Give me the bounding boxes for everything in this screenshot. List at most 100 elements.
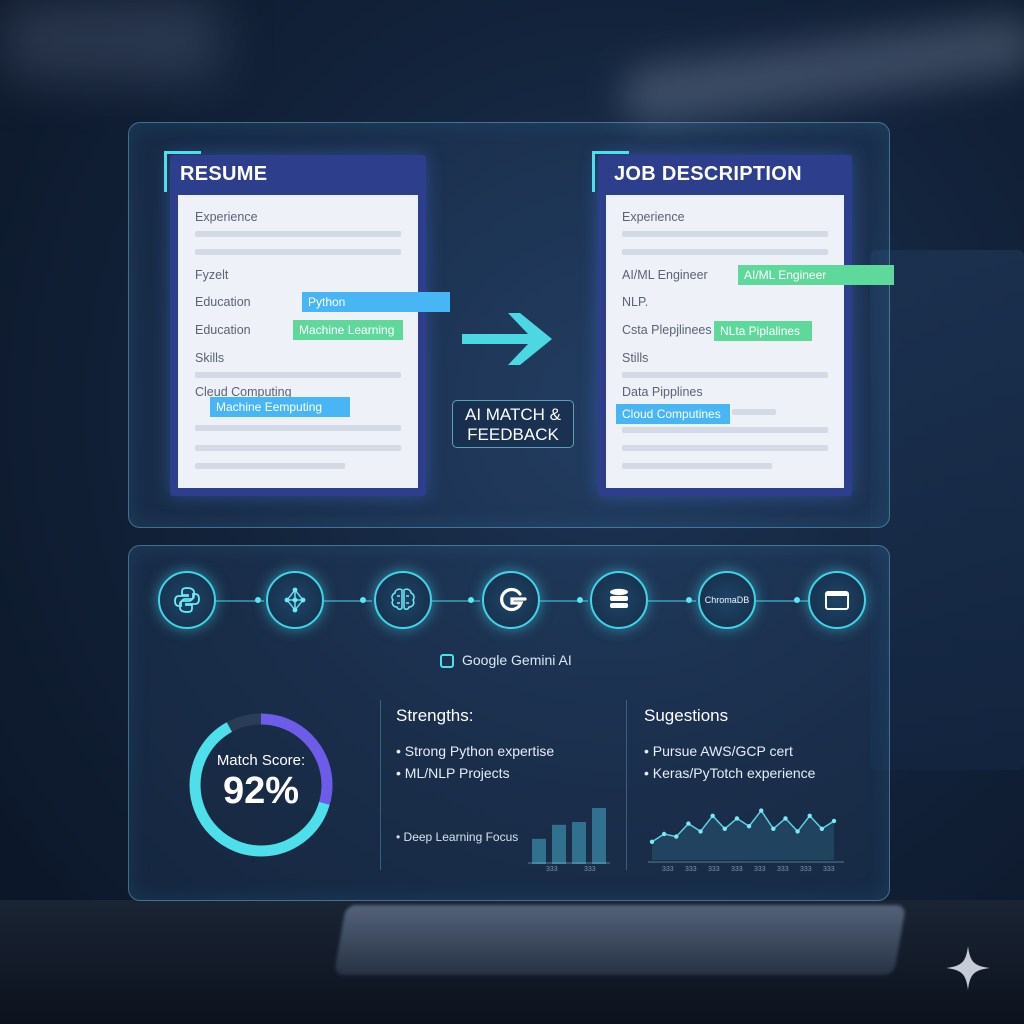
background-window-glow [0, 0, 220, 80]
brain-icon [391, 588, 415, 610]
gemini-label: Google Gemini AI [440, 652, 572, 668]
job-description-card[interactable]: JOB DESCRIPTION Experience AI/ML Enginee… [592, 151, 894, 496]
resume-label: Education [195, 323, 251, 337]
text-line [732, 409, 776, 415]
python-icon [174, 587, 200, 613]
resume-card[interactable]: RESUME Experience Fyzelt Education Pytho… [164, 151, 450, 496]
skill-tag-data-pipelines[interactable]: NLta Piplalines [714, 321, 812, 341]
line-point [722, 826, 727, 831]
text-line [622, 231, 828, 237]
line-tick: 333 [754, 866, 766, 873]
network-node[interactable] [266, 571, 324, 629]
sparkle-icon [946, 946, 990, 990]
line-point [746, 824, 752, 829]
text-line [195, 249, 401, 255]
ai-match-feedback-button[interactable]: AI MATCH & FEEDBACK [452, 400, 574, 448]
text-line [622, 372, 828, 378]
suggestions-line-chart [648, 808, 844, 863]
background-light-streak [617, 11, 1024, 129]
text-line [622, 249, 828, 255]
skill-tag-ai-ml-engineer[interactable]: AI/ML Engineer [738, 265, 894, 285]
background-keyboard [333, 905, 907, 975]
line-point [831, 818, 837, 824]
skill-tag-cloud-computines[interactable]: Cloud Computines [616, 404, 730, 424]
divider [380, 700, 381, 870]
line-tick: 333 [800, 866, 812, 873]
line-tick: 333 [662, 866, 674, 873]
strength-item: • Strong Python expertise [396, 743, 555, 759]
gemini-g-icon [500, 587, 527, 612]
strength-bar [572, 822, 586, 864]
network-icon [284, 587, 306, 613]
resume-title: RESUME [180, 163, 268, 185]
text-line [622, 463, 772, 469]
line-tick: 333 [823, 866, 835, 873]
bar-tick: 333 [546, 866, 558, 873]
resume-body: Experience Fyzelt Education Python Educa… [178, 195, 450, 488]
line-point [710, 813, 715, 818]
line-point [674, 834, 679, 839]
job-label: Experience [622, 210, 685, 224]
line-tick: 333 [685, 866, 697, 873]
job-label: NLP. [622, 295, 649, 309]
job-label: Csta Plepjlinees [622, 323, 712, 337]
browser-window-icon [825, 591, 849, 610]
database-node[interactable] [590, 571, 648, 629]
pipeline-connector [756, 600, 808, 602]
job-description-body: Experience AI/ML Engineer AI/ML Engineer… [606, 195, 894, 488]
line-point [771, 826, 776, 831]
job-label: Data Pipplines [622, 385, 703, 399]
line-point [819, 826, 825, 831]
line-point [783, 816, 788, 821]
line-point [686, 821, 691, 826]
database-icon [610, 588, 628, 608]
connector-dot [577, 597, 583, 603]
bar-tick: 333 [584, 866, 596, 873]
line-point [698, 829, 703, 834]
line-point [795, 829, 800, 834]
python-node[interactable] [158, 571, 216, 629]
chromadb-node[interactable]: ChromaDB [698, 571, 756, 629]
gemini-logo-icon [440, 654, 454, 668]
skill-tag-python[interactable]: Python [302, 292, 450, 312]
text-line [195, 372, 401, 378]
connector-dot [255, 597, 261, 603]
arrow-right-icon [462, 313, 552, 365]
line-point [734, 816, 740, 821]
line-point [807, 813, 812, 818]
line-point [661, 831, 667, 837]
strength-item: • Deep Learning Focus [396, 830, 519, 844]
connector-dot [686, 597, 692, 603]
gemini-node[interactable] [482, 571, 540, 629]
match-score-value: 92% [222, 770, 300, 812]
suggestion-item: • Pursue AWS/GCP cert [644, 743, 793, 759]
job-description-title: JOB DESCRIPTION [614, 163, 802, 185]
resume-label: Experience [195, 210, 258, 224]
match-score-label: Match Score: [216, 752, 306, 769]
divider [626, 700, 627, 870]
strengths-title: Strengths: [396, 706, 474, 725]
strength-bar [552, 824, 566, 864]
strengths-bar-chart [528, 808, 610, 864]
resume-label: Fyzelt [195, 268, 229, 282]
strength-item: • ML/NLP Projects [396, 765, 510, 781]
connector-dot [468, 597, 474, 603]
brain-node[interactable] [374, 571, 432, 629]
text-line [195, 445, 401, 451]
text-line [195, 463, 345, 469]
line-tick: 333 [777, 866, 789, 873]
line-point [649, 839, 655, 844]
resume-label: Skills [195, 351, 225, 365]
job-label: Stills [622, 351, 649, 365]
strength-bar [592, 808, 606, 864]
text-line [195, 231, 401, 237]
skill-tag-machine-eemputing[interactable]: Machine Eemputing [210, 397, 350, 417]
app-window-node[interactable] [808, 571, 866, 629]
text-line [622, 427, 828, 433]
strength-bar [532, 838, 546, 864]
text-line [195, 425, 401, 431]
skill-tag-machine-learning[interactable]: Machine Learning [293, 320, 403, 340]
connector-dot [360, 597, 366, 603]
suggestion-item: • Keras/PyTotch experience [644, 765, 816, 781]
gemini-label-text: Google Gemini AI [462, 652, 572, 668]
